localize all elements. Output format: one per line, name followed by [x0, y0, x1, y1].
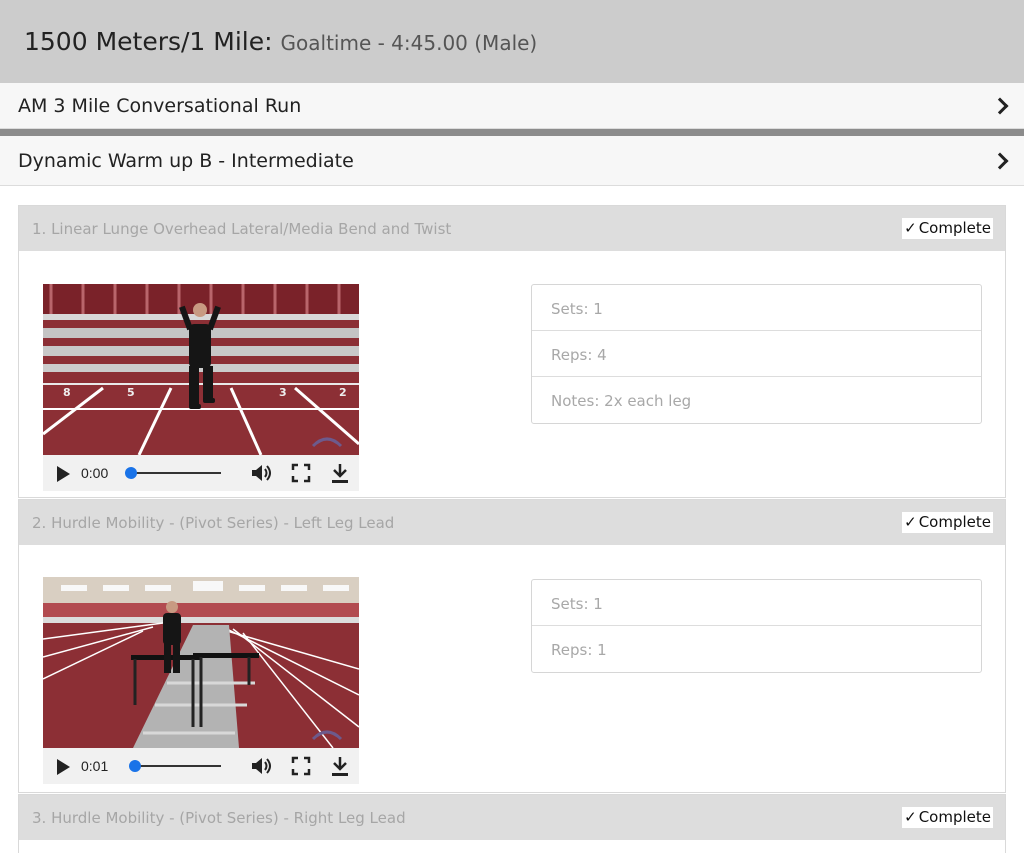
complete-button[interactable]: ✓ Complete [902, 218, 993, 239]
exercise-card: 1. Linear Lunge Overhead Lateral/Media B… [18, 205, 1006, 498]
exercise-title: 3. Hurdle Mobility - (Pivot Series) - Ri… [32, 809, 406, 827]
exercise-card: 2. Hurdle Mobility - (Pivot Series) - Le… [18, 499, 1006, 793]
lunge-video-thumbnail: 854 32 [43, 284, 359, 455]
hurdle-video-thumbnail [43, 577, 359, 748]
section-divider [0, 129, 1024, 136]
svg-text:5: 5 [127, 386, 135, 399]
reps-value: Reps: 1 [551, 641, 607, 659]
seek-thumb[interactable] [125, 467, 137, 479]
section-label: Dynamic Warm up B - Intermediate [18, 150, 354, 172]
section-am-run[interactable]: AM 3 Mile Conversational Run [0, 83, 1024, 129]
checkmark-icon: ✓ [904, 808, 917, 826]
reps-value: Reps: 4 [532, 331, 981, 377]
volume-icon[interactable] [250, 755, 272, 777]
exercise-header: 2. Hurdle Mobility - (Pivot Series) - Le… [19, 500, 1005, 545]
seek-bar[interactable] [128, 760, 221, 772]
exercise-title: 2. Hurdle Mobility - (Pivot Series) - Le… [32, 514, 395, 532]
video-controls: 0:01 [43, 748, 359, 784]
section-label: AM 3 Mile Conversational Run [18, 95, 302, 117]
play-icon[interactable] [57, 466, 70, 482]
video-player[interactable]: 854 32 [43, 284, 359, 491]
fullscreen-icon[interactable] [290, 462, 312, 484]
video-controls: 0:00 [43, 455, 359, 491]
seek-thumb[interactable] [128, 760, 141, 772]
seek-bar[interactable] [125, 467, 221, 479]
exercise-details: Sets: 1 Reps: 4 Notes: 2x each leg [531, 284, 982, 424]
complete-label: Complete [918, 808, 991, 826]
exercise-title: 1. Linear Lunge Overhead Lateral/Media B… [32, 220, 452, 238]
exercise-details: Sets: 1 Reps: 1 [531, 579, 982, 673]
video-frame[interactable] [43, 577, 359, 748]
section-dynamic-warmup[interactable]: Dynamic Warm up B - Intermediate [0, 136, 1024, 186]
download-icon[interactable] [329, 755, 351, 777]
complete-label: Complete [918, 513, 991, 531]
notes-value: Notes: 2x each leg [551, 392, 692, 410]
page-header: 1500 Meters/1 Mile: Goaltime - 4:45.00 (… [0, 0, 1024, 83]
video-frame[interactable]: 854 32 [43, 284, 359, 455]
checkmark-icon: ✓ [904, 513, 917, 531]
svg-text:2: 2 [339, 386, 347, 399]
chevron-right-icon [991, 152, 1009, 170]
play-icon[interactable] [57, 759, 70, 775]
sets-value: Sets: 1 [532, 285, 981, 331]
event-name: 1500 Meters/1 Mile: [24, 27, 273, 56]
download-icon[interactable] [329, 462, 351, 484]
exercise-card: 3. Hurdle Mobility - (Pivot Series) - Ri… [18, 794, 1006, 853]
svg-text:8: 8 [63, 386, 71, 399]
checkmark-icon: ✓ [904, 219, 917, 237]
video-time: 0:01 [81, 758, 109, 774]
complete-label: Complete [918, 219, 991, 237]
video-time: 0:00 [81, 465, 109, 481]
svg-text:3: 3 [279, 386, 287, 399]
chevron-right-icon [991, 97, 1009, 115]
exercise-header: 1. Linear Lunge Overhead Lateral/Media B… [19, 206, 1005, 251]
goal-time: Goaltime - 4:45.00 (Male) [280, 31, 538, 55]
page-title: 1500 Meters/1 Mile: Goaltime - 4:45.00 (… [24, 27, 537, 56]
sets-value: Sets: 1 [532, 580, 981, 626]
complete-button[interactable]: ✓ Complete [902, 807, 993, 828]
volume-icon[interactable] [250, 462, 272, 484]
complete-button[interactable]: ✓ Complete [902, 512, 993, 533]
fullscreen-icon[interactable] [290, 755, 312, 777]
video-player[interactable]: 0:01 [43, 577, 359, 784]
exercise-header: 3. Hurdle Mobility - (Pivot Series) - Ri… [19, 795, 1005, 840]
